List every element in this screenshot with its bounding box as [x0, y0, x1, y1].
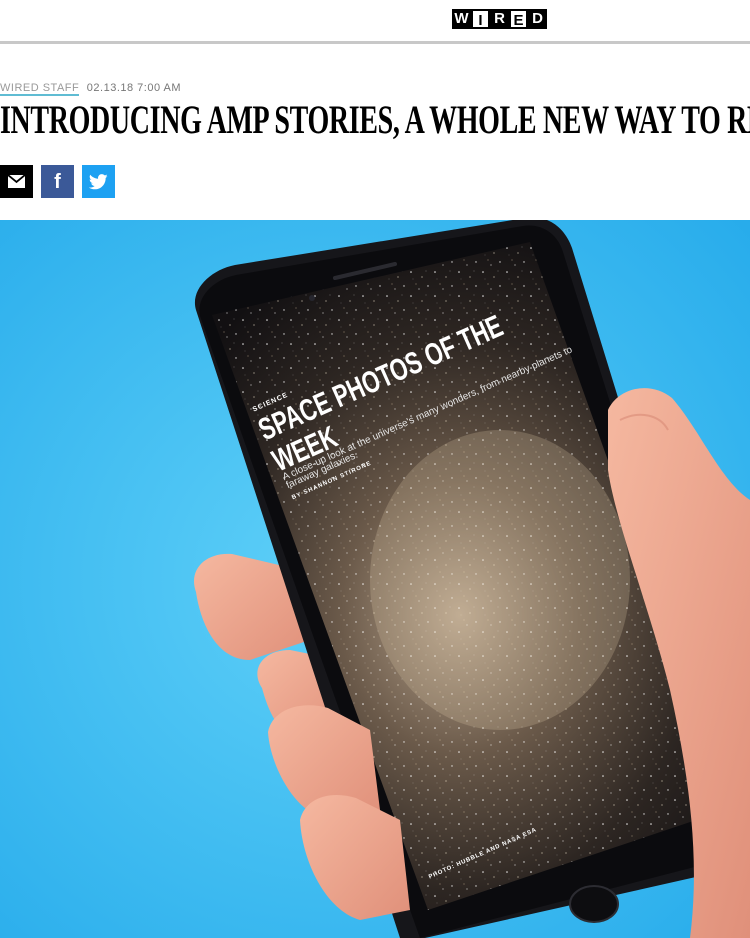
- hero-illustration: [0, 220, 750, 938]
- hero-image: SCIENCE SPACE PHOTOS OF THE WEEK A close…: [0, 220, 750, 938]
- article-headline: INTRODUCING AMP STORIES, A WHOLE NEW WAY…: [0, 97, 750, 142]
- facebook-icon: f: [54, 170, 61, 193]
- logo-letter: E: [509, 9, 528, 29]
- twitter-icon: [89, 173, 108, 189]
- wired-logo[interactable]: W I R E D: [452, 9, 547, 29]
- logo-letter: W: [452, 9, 471, 29]
- article-page: W I R E D WIRED STAFF 02.13.18 7:00 AM I…: [0, 0, 750, 938]
- header-divider: [0, 41, 750, 44]
- site-header: W I R E D: [0, 0, 750, 44]
- share-email-button[interactable]: [0, 165, 33, 198]
- headline-container: INTRODUCING AMP STORIES, A WHOLE NEW WAY…: [0, 90, 750, 150]
- share-facebook-button[interactable]: f: [41, 165, 74, 198]
- share-twitter-button[interactable]: [82, 165, 115, 198]
- logo-letter: D: [528, 9, 547, 29]
- logo-letter: R: [490, 9, 509, 29]
- email-icon: [8, 175, 25, 188]
- logo-letter: I: [471, 9, 490, 29]
- share-buttons: f: [0, 165, 115, 198]
